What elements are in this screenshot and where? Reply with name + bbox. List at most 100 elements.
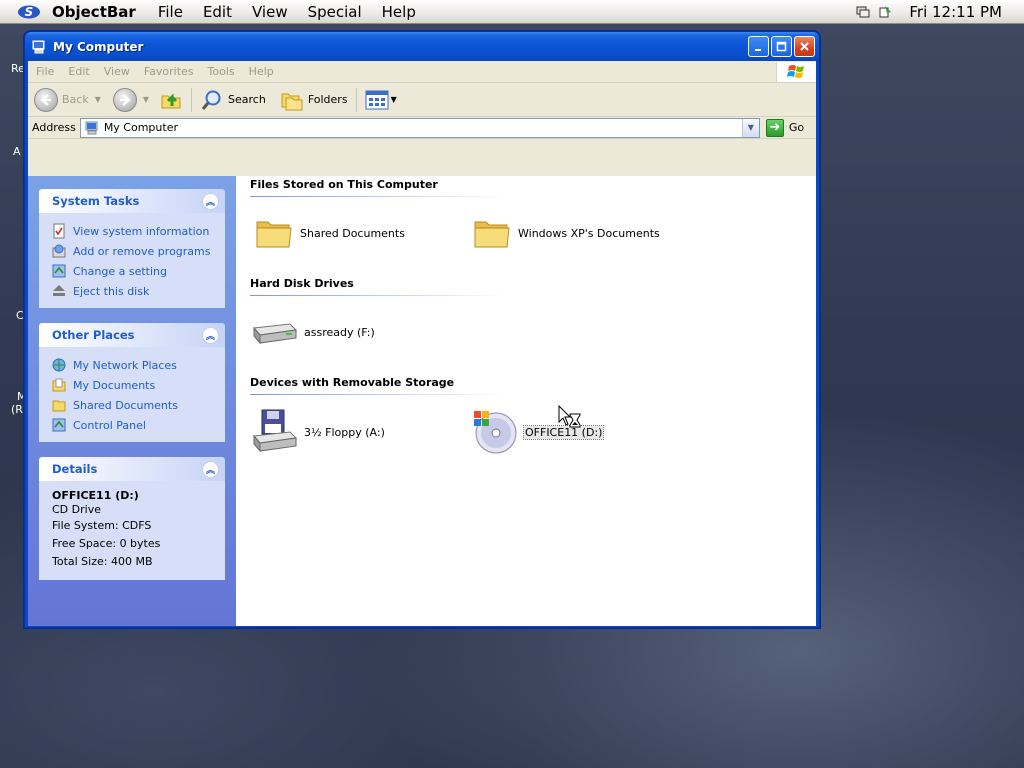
- task-pane: System Tasks ︽ View system information A…: [28, 176, 236, 626]
- control-panel-icon: [52, 264, 66, 278]
- search-label: Search: [228, 93, 266, 106]
- task-label: Add or remove programs: [73, 244, 211, 258]
- details-header[interactable]: Details ︽: [39, 457, 225, 481]
- title-bar[interactable]: My Computer: [25, 32, 819, 61]
- minimize-button[interactable]: [748, 36, 769, 57]
- hard-disk-icon: [253, 323, 298, 345]
- power-tray-icon[interactable]: [877, 4, 893, 20]
- objectbar-menu-edit[interactable]: Edit: [203, 3, 232, 21]
- network-tray-icon[interactable]: [855, 4, 871, 20]
- go-button[interactable]: ➜ Go: [765, 118, 804, 137]
- views-button[interactable]: ▼: [365, 90, 397, 110]
- system-tasks-list: View system information Add or remove pr…: [39, 213, 225, 308]
- menu-edit[interactable]: Edit: [68, 65, 89, 78]
- toolbar-separator: [191, 87, 193, 112]
- address-label: Address: [32, 121, 76, 134]
- busy-cursor-icon: [558, 405, 581, 428]
- network-places-icon: [52, 358, 66, 372]
- forward-dropdown-icon[interactable]: ▼: [143, 95, 149, 104]
- system-tasks-title: System Tasks: [52, 194, 140, 208]
- menu-favorites[interactable]: Favorites: [144, 65, 194, 78]
- system-tasks-header[interactable]: System Tasks ︽: [39, 189, 225, 213]
- desktop-icon-label-fragment: (R: [11, 403, 23, 416]
- window-menubar: File Edit View Favorites Tools Help: [28, 61, 816, 83]
- place-shared-documents[interactable]: Shared Documents: [51, 395, 225, 415]
- place-label: My Network Places: [73, 358, 177, 372]
- other-places-panel: Other Places ︽ My Network Places My Docu…: [39, 323, 225, 442]
- system-tasks-panel: System Tasks ︽ View system information A…: [39, 189, 225, 308]
- clock[interactable]: Fri 12:11 PM: [909, 3, 1002, 21]
- objectbar-menu-file[interactable]: File: [158, 3, 183, 21]
- task-label: View system information: [73, 224, 210, 238]
- desktop-icon-label-fragment: A: [13, 145, 21, 158]
- place-label: My Documents: [73, 378, 156, 392]
- task-view-system-information[interactable]: View system information: [51, 221, 225, 241]
- close-button[interactable]: [794, 36, 815, 57]
- objectbar-logo-icon[interactable]: S: [16, 2, 42, 22]
- item-label: 3½ Floppy (A:): [304, 425, 385, 439]
- objectbar-menu-help[interactable]: Help: [382, 3, 416, 21]
- window-controls: [746, 36, 815, 57]
- task-add-remove-programs[interactable]: Add or remove programs: [51, 241, 225, 261]
- address-input[interactable]: My Computer ▼: [79, 117, 760, 138]
- desktop-icon-label-fragment: Re: [11, 62, 25, 75]
- system-information-icon: [53, 223, 65, 239]
- place-control-panel[interactable]: Control Panel: [51, 415, 225, 435]
- svg-text:S: S: [25, 5, 34, 19]
- search-icon: [201, 90, 221, 110]
- up-folder-icon: [161, 92, 181, 108]
- my-computer-window: My Computer File Edit View Favorites Too…: [24, 31, 820, 628]
- maximize-button[interactable]: [771, 36, 792, 57]
- task-label: Change a setting: [73, 264, 167, 278]
- objectbar-menu-view[interactable]: View: [252, 3, 288, 21]
- item-windows-xp-documents[interactable]: Windows XP's Documents: [472, 213, 660, 253]
- windows-flag-icon: [776, 61, 816, 82]
- details-title: Details: [52, 462, 98, 476]
- menu-help[interactable]: Help: [249, 65, 274, 78]
- objectbar-app-name[interactable]: ObjectBar: [52, 3, 136, 21]
- place-my-documents[interactable]: My Documents: [51, 375, 225, 395]
- folders-label: Folders: [307, 93, 348, 106]
- menu-tools[interactable]: Tools: [208, 65, 235, 78]
- item-office11-cd-drive[interactable]: OFFICE11 (D:): [472, 409, 605, 455]
- toolbar-separator: [355, 87, 357, 112]
- views-dropdown-icon[interactable]: ▼: [391, 95, 397, 104]
- details-body: OFFICE11 (D:) CD Drive File System: CDFS…: [39, 481, 225, 580]
- item-assready-drive[interactable]: assready (F:): [250, 312, 375, 352]
- collapse-chevron-icon[interactable]: ︽: [202, 326, 219, 344]
- up-folder-button[interactable]: [159, 88, 183, 112]
- other-places-header[interactable]: Other Places ︽: [39, 323, 225, 347]
- item-label: assready (F:): [304, 325, 375, 339]
- folder-icon: [256, 221, 292, 248]
- objectbar-menubar: S ObjectBar File Edit View Special Help …: [0, 0, 1024, 24]
- folder-icon: [474, 221, 510, 248]
- back-label: Back: [62, 93, 89, 106]
- eject-icon: [53, 285, 65, 296]
- address-value: My Computer: [103, 121, 178, 134]
- details-file-system: File System: CDFS: [52, 519, 152, 532]
- menu-view[interactable]: View: [104, 65, 130, 78]
- details-free-space: Free Space: 0 bytes: [52, 537, 161, 550]
- menu-file[interactable]: File: [36, 65, 54, 78]
- item-floppy-drive[interactable]: 3½ Floppy (A:): [250, 408, 385, 456]
- back-button[interactable]: Back ▼: [34, 87, 101, 112]
- my-documents-icon: [52, 378, 66, 392]
- search-button[interactable]: Search: [200, 88, 266, 112]
- maximize-icon: [776, 41, 787, 52]
- address-dropdown-button[interactable]: ▼: [741, 118, 759, 137]
- forward-button[interactable]: ▼: [112, 87, 149, 112]
- collapse-chevron-icon[interactable]: ︽: [202, 460, 219, 478]
- item-shared-documents[interactable]: Shared Documents: [254, 213, 405, 253]
- content-area: Files Stored on This Computer Shared Doc…: [236, 176, 816, 626]
- task-change-setting[interactable]: Change a setting: [51, 261, 225, 281]
- place-my-network-places[interactable]: My Network Places: [51, 355, 225, 375]
- folders-button[interactable]: Folders: [280, 89, 348, 111]
- objectbar-tray: Fri 12:11 PM: [855, 3, 1002, 21]
- other-places-title: Other Places: [52, 328, 135, 342]
- objectbar-menu-special[interactable]: Special: [308, 3, 362, 21]
- task-eject-disk[interactable]: Eject this disk: [51, 281, 225, 301]
- back-dropdown-icon[interactable]: ▼: [95, 95, 101, 104]
- details-item-type: CD Drive: [52, 503, 101, 516]
- folder-icon: [52, 400, 66, 412]
- collapse-chevron-icon[interactable]: ︽: [202, 192, 219, 210]
